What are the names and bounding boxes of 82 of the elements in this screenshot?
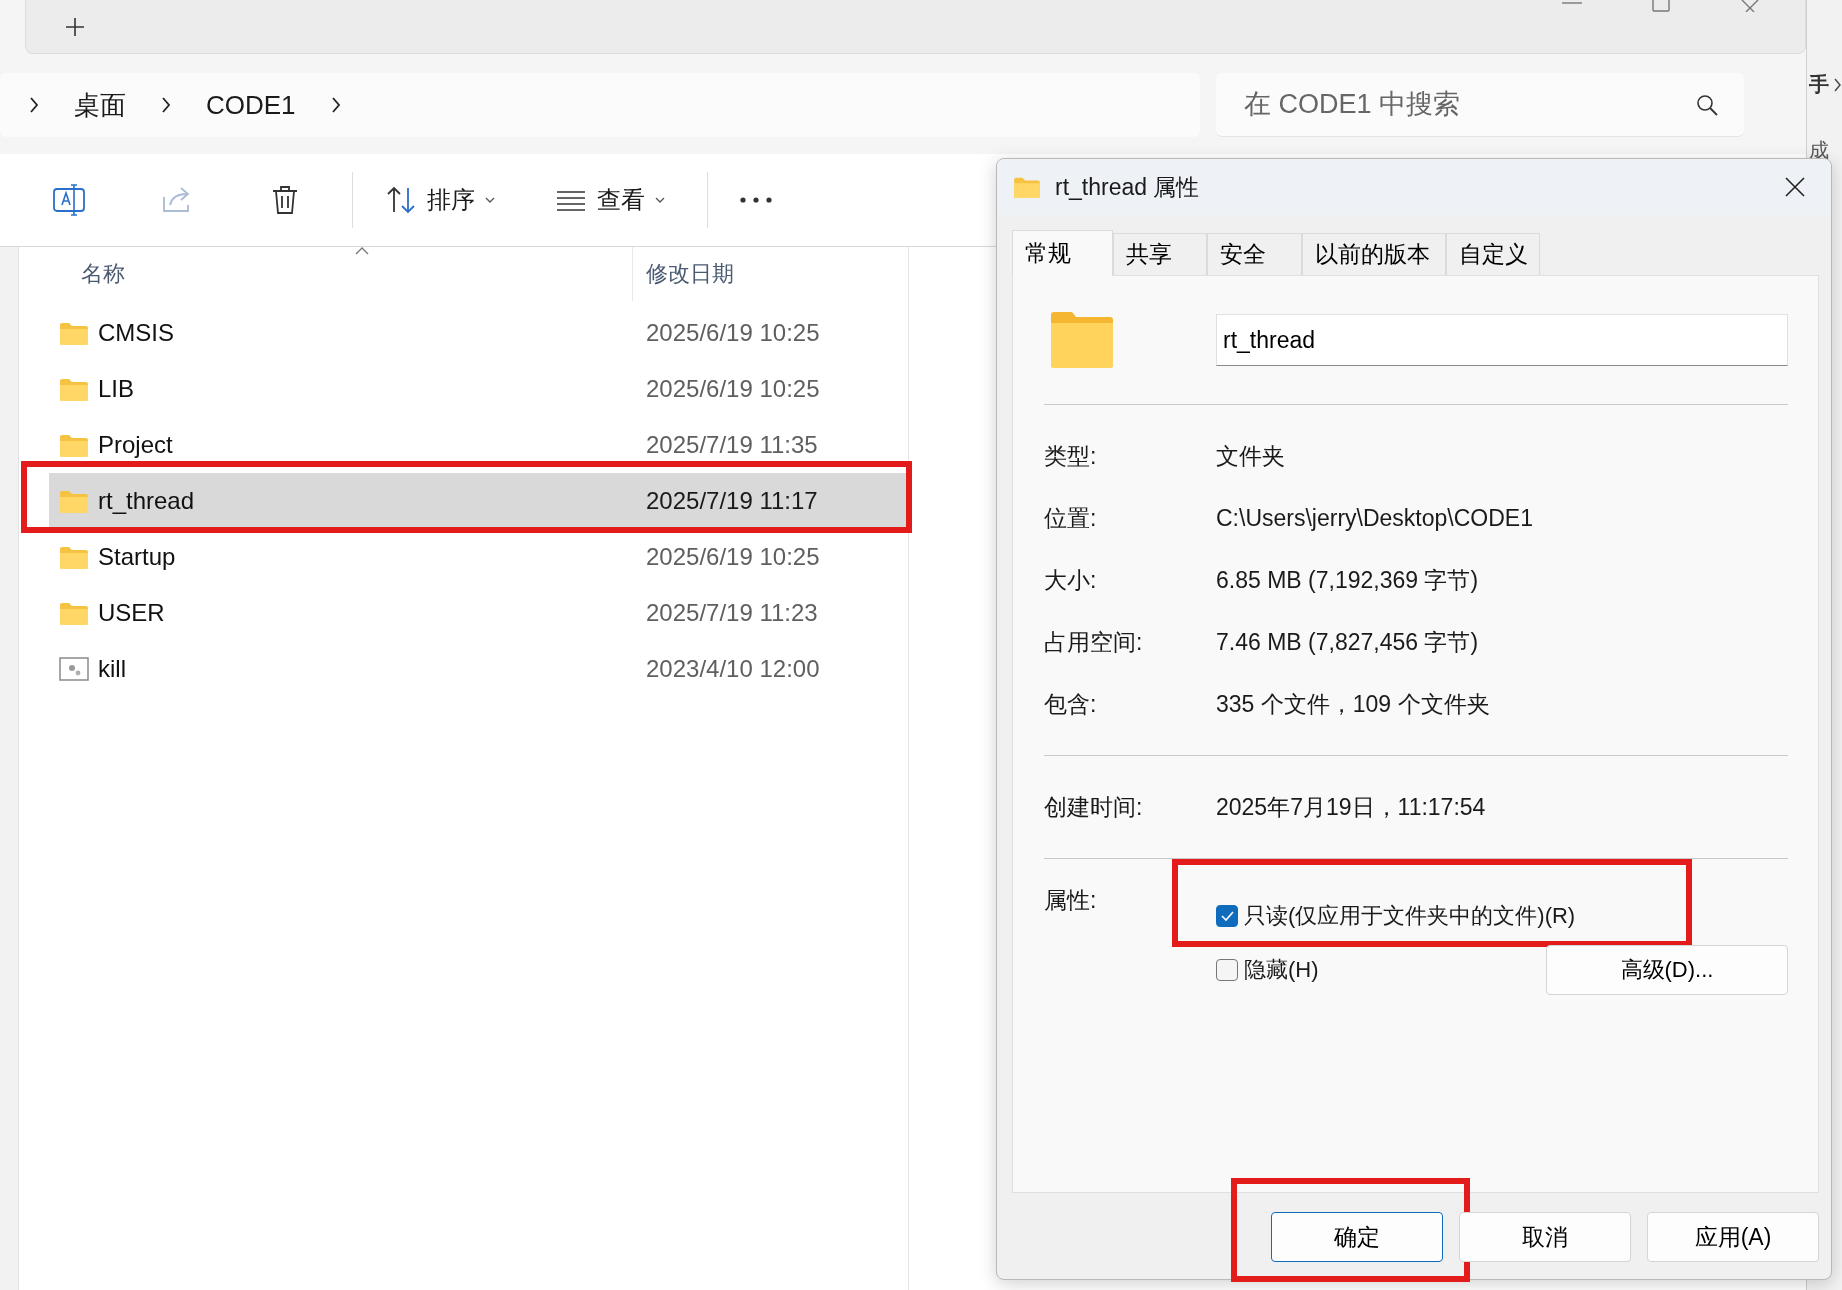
dialog-button[interactable]: 应用(A) [1647,1212,1819,1262]
breadcrumb-item[interactable]: CODE1 [206,89,296,121]
maximize-icon[interactable] [1652,0,1670,12]
property-label: 属性: [1044,886,1098,915]
column-header[interactable]: 修改日期 [633,247,908,301]
property-value: C:\Users\jerry\Desktop\CODE1 [1216,504,1534,533]
rename-icon [52,183,86,217]
name-field[interactable]: rt_thread [1216,314,1788,366]
partial-text: 手 [1809,72,1829,96]
file-name: LIB [98,375,135,403]
chevron-icon [160,96,172,114]
folder-icon [59,600,89,626]
chevron-icon [1833,78,1841,92]
folder-icon [59,376,89,402]
file-row[interactable]: rt_thread 2025/7/19 11:17 [49,473,908,529]
check-icon [1220,910,1234,922]
file-row[interactable]: USER 2025/7/19 11:23 [49,585,908,641]
folder-icon [59,320,89,346]
partial-text: 成 [1809,138,1829,162]
modified-date: 2023/4/10 12:00 [645,655,821,683]
advanced-button[interactable]: 高级(D)... [1546,945,1788,995]
search-field[interactable]: 在 CODE1 中搜索 [1216,73,1744,137]
window-title: rt_thread 属性 [1055,172,1201,202]
sort-icon [385,184,417,216]
property-value: 7.46 MB (7,827,456 字节) [1216,628,1480,657]
folder-icon [1050,311,1114,369]
property-label: 大小: [1044,566,1098,595]
modified-date: 2025/7/19 11:23 [645,599,819,627]
file-row[interactable]: Project 2025/7/19 11:35 [49,417,908,473]
breadcrumb-item[interactable]: 桌面 [74,87,126,123]
property-label: 包含: [1044,690,1098,719]
column-header[interactable]: 名称 [49,247,633,301]
property-value: 2025年7月19日，11:17:54 [1216,793,1487,822]
tab[interactable]: 共享 [1113,233,1207,275]
sort-button[interactable]: 排序 [373,176,507,224]
file-name: Startup [98,543,176,571]
modified-date: 2025/6/19 10:25 [645,543,821,571]
chevron-icon [329,96,342,114]
property-label: 位置: [1044,504,1098,533]
property-label: 类型: [1044,442,1098,471]
application-icon [59,657,89,681]
file-name: rt_thread [98,487,195,515]
modified-date: 2025/6/19 10:25 [645,319,821,347]
checkbox[interactable]: 只读(仅应用于文件夹中的文件)(R) [1216,901,1576,931]
property-value: 6.85 MB (7,192,369 字节) [1216,566,1480,595]
file-name: kill [98,655,126,683]
search-icon [1696,94,1718,116]
folder-icon [59,432,89,458]
tab[interactable]: 自定义 [1446,233,1540,275]
file-name: Project [98,431,173,459]
file-row[interactable]: CMSIS 2025/6/19 10:25 [49,305,908,361]
tab[interactable]: 常规 [1012,230,1113,276]
address-bar[interactable]: 桌面 CODE1 [0,73,1200,137]
file-row[interactable]: LIB 2025/6/19 10:25 [49,361,908,417]
dialog-button[interactable]: 确定 [1271,1212,1443,1262]
folder-icon [59,544,89,570]
modified-date: 2025/6/19 10:25 [645,375,821,403]
more-icon [740,197,772,203]
folder-icon [1013,175,1041,199]
close-icon [1785,177,1805,197]
folder-icon [59,488,89,514]
property-label: 创建时间: [1044,793,1144,822]
caret-icon [655,196,665,204]
property-label: 占用空间: [1044,628,1144,657]
view-button[interactable]: 查看 [543,176,677,224]
sort-caret-icon [355,247,369,255]
chevron-icon [28,96,40,114]
file-row[interactable]: Startup 2025/6/19 10:25 [49,529,908,585]
tab[interactable]: 以前的版本 [1302,233,1446,275]
property-value: 文件夹 [1216,442,1286,471]
checkbox[interactable]: 隐藏(H) [1216,955,1319,985]
plus-icon [65,16,85,37]
file-row[interactable]: kill 2023/4/10 12:00 [49,641,908,697]
modified-date: 2025/7/19 11:35 [645,431,819,459]
modified-date: 2025/7/19 11:17 [645,487,819,515]
property-value: 335 个文件，109 个文件夹 [1216,690,1491,719]
close-icon[interactable] [1740,0,1760,12]
dialog-button[interactable]: 取消 [1459,1212,1631,1262]
file-name: USER [98,599,165,627]
file-name: CMSIS [98,319,174,347]
tab[interactable]: 安全 [1207,233,1302,275]
caret-icon [485,196,495,204]
